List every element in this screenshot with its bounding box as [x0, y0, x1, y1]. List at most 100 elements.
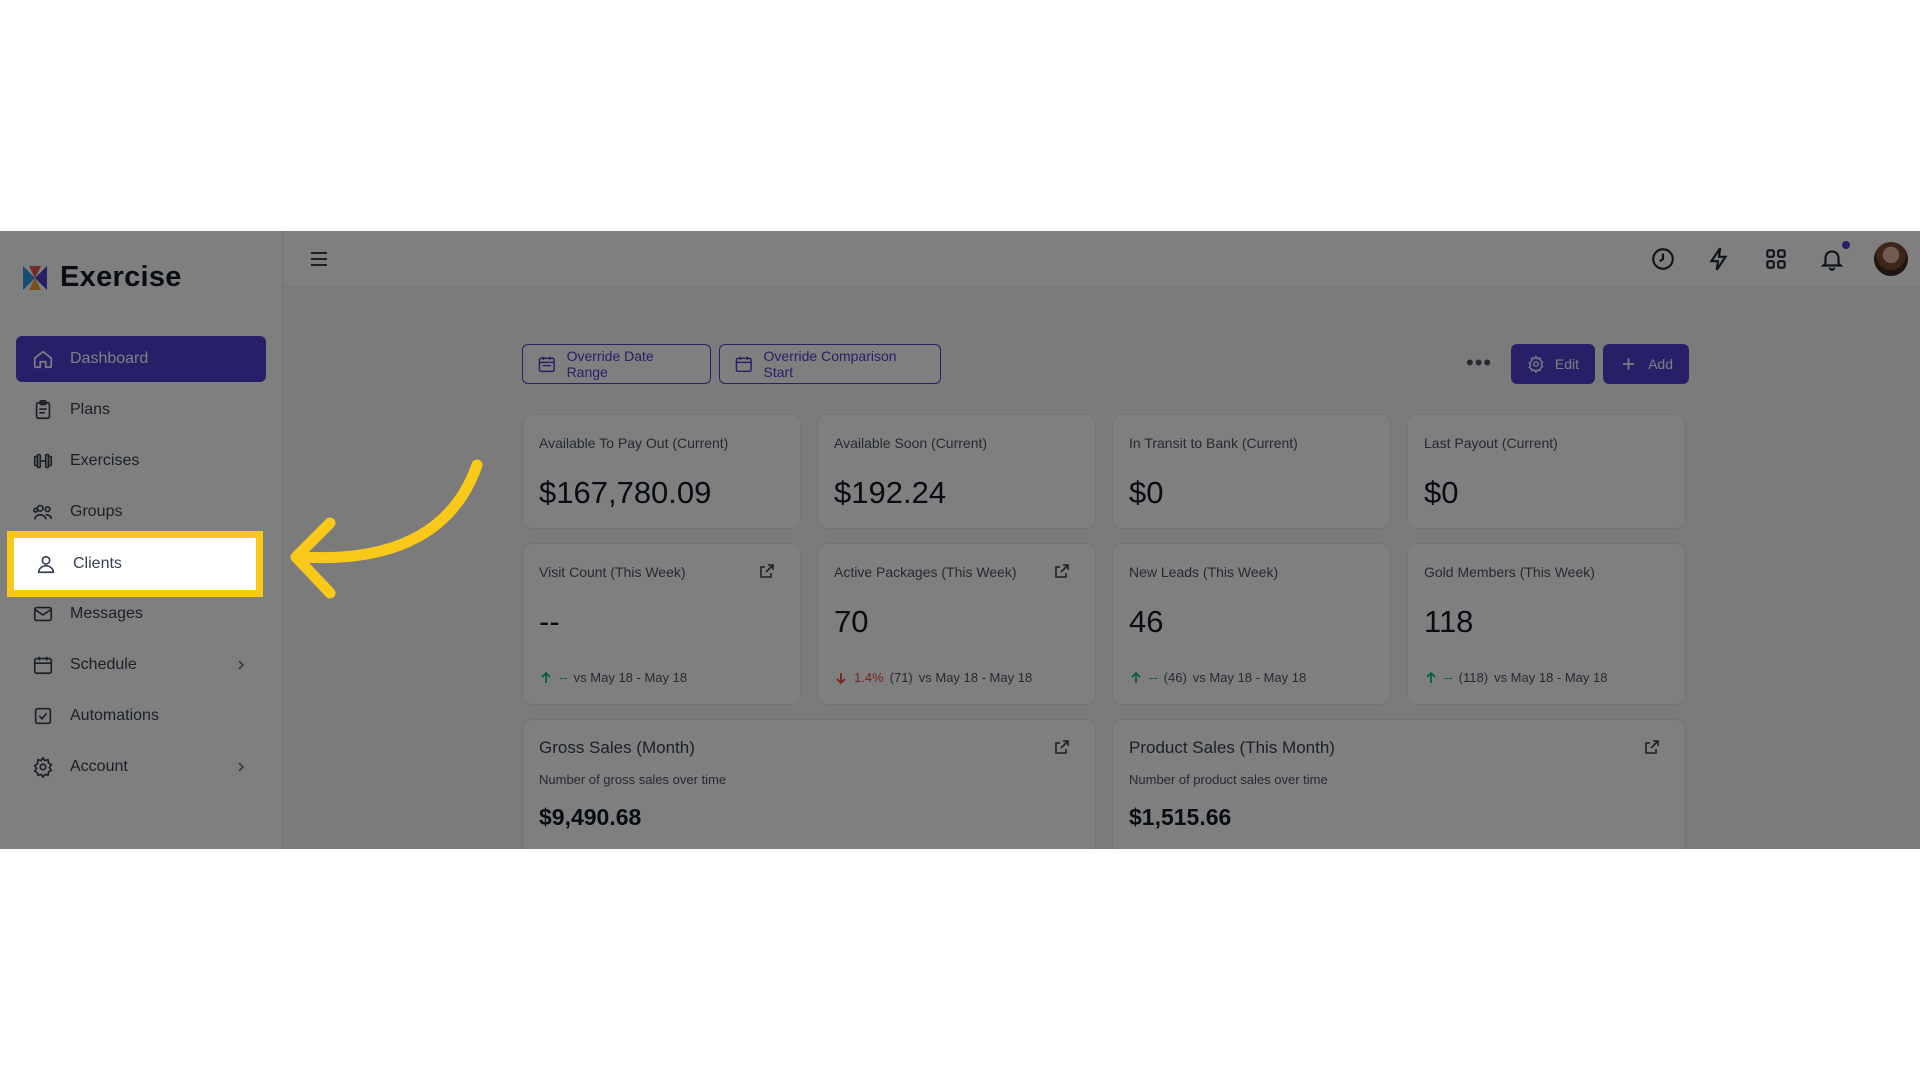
add-label: Add: [1648, 356, 1673, 372]
edit-label: Edit: [1554, 356, 1579, 372]
override-date-range-label: Override Date Range: [566, 348, 654, 380]
stat-card-visit-count[interactable]: Visit Count (This Week) -- -- vs May 18 …: [522, 543, 801, 705]
logo-mark-icon: [23, 265, 47, 290]
stat-delta: -- (46) vs May 18 - May 18: [1129, 670, 1306, 685]
stat-label: Active Packages (This Week): [834, 564, 1017, 580]
delta-change: --: [1444, 670, 1453, 685]
stat-card-active-packages[interactable]: Active Packages (This Week) 70 1.4% (71)…: [817, 543, 1096, 705]
stat-label: Last Payout (Current): [1424, 435, 1558, 451]
override-comparison-start-label: Override Comparison Start: [763, 348, 897, 380]
add-button[interactable]: Add: [1603, 344, 1689, 384]
delta-compare: vs May 18 - May 18: [573, 670, 688, 685]
gear-icon: [1528, 355, 1544, 374]
logo[interactable]: Exercise: [20, 261, 182, 294]
sidebar-item-automations[interactable]: Automations: [16, 693, 266, 739]
chart-card-product-sales[interactable]: Product Sales (This Month) Number of pro…: [1112, 719, 1686, 849]
stat-value: $0: [1129, 475, 1164, 510]
stat-label: In Transit to Bank (Current): [1129, 435, 1298, 451]
external-link-icon[interactable]: [1053, 562, 1071, 580]
calendar-icon: [538, 356, 555, 373]
chart-value: $1,515.66: [1129, 804, 1232, 830]
sidebar-item-exercises[interactable]: Exercises: [16, 438, 266, 484]
sidebar-item-groups[interactable]: Groups: [16, 489, 266, 535]
grid-icon[interactable]: [1763, 246, 1789, 272]
stat-value: 118: [1424, 604, 1474, 639]
stat-label: Available To Pay Out (Current): [539, 435, 729, 451]
delta-change: 1.4%: [854, 670, 884, 685]
chart-card-gross-sales[interactable]: Gross Sales (Month) Number of gross sale…: [522, 719, 1096, 849]
stat-card-last-payout: Last Payout (Current) $0: [1407, 414, 1686, 529]
calendar-icon: [735, 356, 752, 373]
delta-compare: vs May 18 - May 18: [1192, 670, 1307, 685]
sidebar-item-label: Plans: [70, 401, 111, 418]
mail-icon: [33, 606, 53, 622]
clients-highlight[interactable]: Clients: [7, 531, 263, 597]
users-icon: [33, 504, 53, 520]
chevron-right-icon: [238, 660, 245, 670]
pointer-arrow-icon: [290, 459, 483, 599]
more-options-icon[interactable]: •••: [1466, 352, 1492, 374]
sidebar-item-label: Automations: [70, 707, 159, 724]
bell-icon[interactable]: [1819, 246, 1845, 272]
clients-highlight-label: Clients: [73, 555, 122, 572]
screen: Exercise Dashboard Plans Exercises Group…: [0, 0, 1920, 1080]
chevron-right-icon: [238, 762, 245, 772]
stat-value: 70: [834, 604, 869, 639]
stat-card-in-transit: In Transit to Bank (Current) $0: [1112, 414, 1391, 529]
sidebar-item-plans[interactable]: Plans: [16, 387, 266, 433]
action-row: Override Date Range Override Comparison …: [522, 344, 1689, 384]
plus-icon: [1622, 358, 1635, 370]
gear-icon: [33, 756, 53, 778]
dumbbell-icon: [33, 453, 53, 469]
stat-value: $0: [1424, 475, 1459, 510]
stat-label: Available Soon (Current): [834, 435, 988, 451]
calendar-icon: [33, 656, 53, 675]
sidebar-item-messages[interactable]: Messages: [16, 591, 266, 637]
chart-title: Product Sales (This Month): [1129, 738, 1335, 757]
override-comparison-start-button[interactable]: Override Comparison Start: [719, 344, 941, 384]
stat-card-new-leads[interactable]: New Leads (This Week) 46 -- (46) vs May …: [1112, 543, 1391, 705]
stat-card-gold-members[interactable]: Gold Members (This Week) 118 -- (118) vs…: [1407, 543, 1686, 705]
external-link-icon[interactable]: [1643, 738, 1661, 756]
stat-label: Gold Members (This Week): [1424, 564, 1595, 580]
stat-label: Visit Count (This Week): [539, 564, 686, 580]
clipboard-icon: [35, 400, 51, 420]
stat-delta: -- vs May 18 - May 18: [539, 670, 687, 685]
stat-delta: -- (118) vs May 18 - May 18: [1424, 670, 1608, 685]
menu-icon[interactable]: [307, 247, 331, 271]
sidebar-item-label: Messages: [70, 605, 143, 622]
external-link-icon[interactable]: [758, 562, 776, 580]
avatar[interactable]: [1874, 242, 1908, 276]
stat-label: New Leads (This Week): [1129, 564, 1279, 580]
chart-subtitle: Number of product sales over time: [1129, 772, 1328, 787]
arrow-up-icon: [1426, 671, 1436, 683]
sidebar-item-label: Account: [70, 758, 128, 775]
stat-delta: 1.4% (71) vs May 18 - May 18: [834, 670, 1032, 685]
arrow-up-icon: [1131, 671, 1141, 683]
topbar: [283, 231, 1920, 287]
sidebar-item-label: Exercises: [70, 452, 140, 469]
delta-change: --: [559, 670, 568, 685]
app-name: Exercise: [60, 261, 182, 293]
stat-value: $167,780.09: [539, 475, 712, 510]
arrow-up-icon: [541, 671, 551, 683]
bolt-icon[interactable]: [1706, 246, 1732, 272]
chart-value: $9,490.68: [539, 804, 642, 830]
arrow-down-icon: [836, 672, 846, 684]
notification-dot: [1842, 241, 1850, 249]
sidebar-item-label: Dashboard: [70, 350, 149, 367]
sidebar-item-label: Schedule: [70, 656, 137, 673]
sidebar-item-schedule[interactable]: Schedule: [16, 642, 266, 688]
sidebar-item-account[interactable]: Account: [16, 744, 266, 790]
delta-compare: vs May 18 - May 18: [918, 670, 1033, 685]
stat-value: $192.24: [834, 475, 947, 510]
sidebar-item-dashboard[interactable]: Dashboard: [16, 336, 266, 382]
dashboard-main: Override Date Range Override Comparison …: [283, 287, 1920, 849]
external-link-icon[interactable]: [1053, 738, 1071, 756]
edit-button[interactable]: Edit: [1511, 344, 1595, 384]
app-window: Exercise Dashboard Plans Exercises Group…: [0, 231, 1920, 849]
stat-value: 46: [1129, 604, 1164, 639]
override-date-range-button[interactable]: Override Date Range: [522, 344, 711, 384]
clock-icon[interactable]: [1650, 246, 1676, 272]
stat-card-available-to-pay-out: Available To Pay Out (Current) $167,780.…: [522, 414, 801, 529]
